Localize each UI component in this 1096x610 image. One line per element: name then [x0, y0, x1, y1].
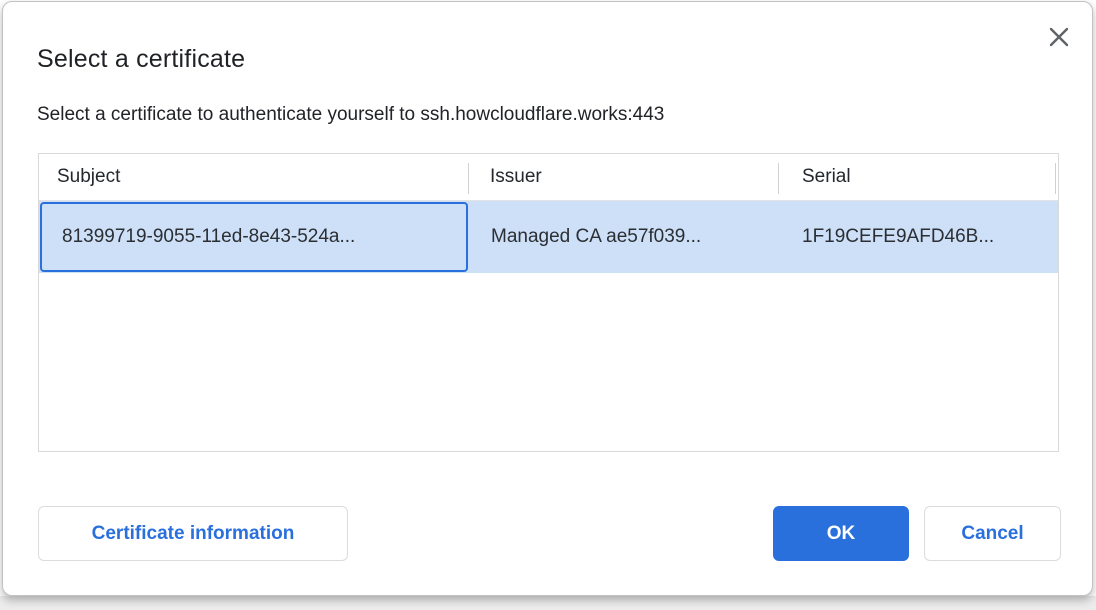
certificate-select-dialog: Select a certificate Select a certificat…: [2, 1, 1093, 596]
certificate-table: Subject Issuer Serial 81399719-9055-11ed…: [38, 153, 1059, 452]
ok-button[interactable]: OK: [773, 506, 909, 561]
cell-subject[interactable]: 81399719-9055-11ed-8e43-524a...: [40, 202, 468, 272]
close-icon: [1048, 26, 1070, 48]
cell-serial[interactable]: 1F19CEFE9AFD46B...: [778, 201, 1055, 273]
column-header-issuer: Issuer: [468, 154, 778, 200]
page-background: [0, 596, 1096, 610]
cell-issuer[interactable]: Managed CA ae57f039...: [468, 201, 778, 273]
certificate-row-selected[interactable]: 81399719-9055-11ed-8e43-524a... Managed …: [39, 201, 1058, 273]
scrollbar-gutter-column: [1055, 154, 1058, 200]
certificate-information-button[interactable]: Certificate information: [38, 506, 348, 561]
close-button[interactable]: [1044, 22, 1074, 52]
cancel-button[interactable]: Cancel: [924, 506, 1061, 561]
dialog-title: Select a certificate: [37, 45, 245, 74]
dialog-subtitle: Select a certificate to authenticate you…: [37, 104, 664, 126]
table-header-row: Subject Issuer Serial: [39, 154, 1058, 201]
column-header-subject: Subject: [39, 154, 468, 200]
column-header-serial: Serial: [778, 154, 1055, 200]
